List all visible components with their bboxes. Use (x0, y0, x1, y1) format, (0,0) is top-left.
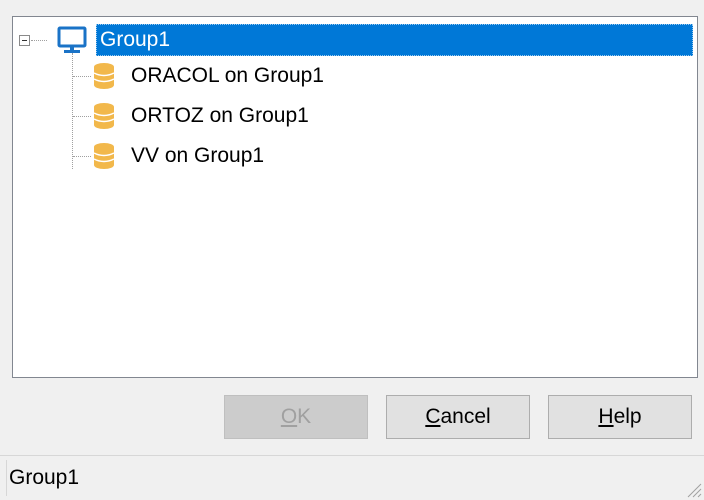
tree-root-node[interactable]: Group1 (19, 24, 693, 56)
cancel-mnemonic: C (425, 405, 441, 428)
database-icon (93, 143, 115, 169)
tree-connector (73, 76, 91, 77)
resize-grip-icon[interactable] (682, 478, 702, 498)
tree-item-label: ORACOL on Group1 (131, 64, 324, 87)
tree-item-ortoz[interactable]: ORTOZ on Group1 (93, 100, 493, 132)
help-button[interactable]: Help (548, 395, 692, 439)
tree-connector (73, 116, 91, 117)
ok-label-rest: K (297, 405, 312, 428)
tree-item-label: VV on Group1 (131, 144, 265, 167)
tree-item-oracol[interactable]: ORACOL on Group1 (93, 60, 493, 92)
database-icon (93, 103, 115, 129)
cancel-button[interactable]: Cancel (386, 395, 530, 439)
database-icon (93, 63, 115, 89)
tree-connector (73, 156, 91, 157)
tree-item-label: ORTOZ on Group1 (131, 104, 309, 127)
status-bar: Group1 (0, 455, 704, 500)
ok-button[interactable]: OK (224, 395, 368, 439)
cancel-label-rest: ancel (440, 405, 491, 428)
tree-item-vv[interactable]: VV on Group1 (93, 140, 493, 172)
select-connection-dialog: Group1 ORACOL on Group1 ORTOZ on Group1 … (0, 0, 704, 500)
collapse-icon[interactable] (19, 35, 30, 46)
connection-tree[interactable]: Group1 ORACOL on Group1 ORTOZ on Group1 … (12, 16, 698, 378)
computer-monitor-icon (57, 26, 87, 53)
ok-mnemonic: O (280, 405, 298, 428)
help-mnemonic: H (598, 405, 614, 428)
status-text: Group1 (6, 460, 698, 496)
help-label-rest: elp (613, 405, 642, 428)
tree-root-label[interactable]: Group1 (96, 24, 693, 56)
tree-connector (72, 53, 73, 169)
